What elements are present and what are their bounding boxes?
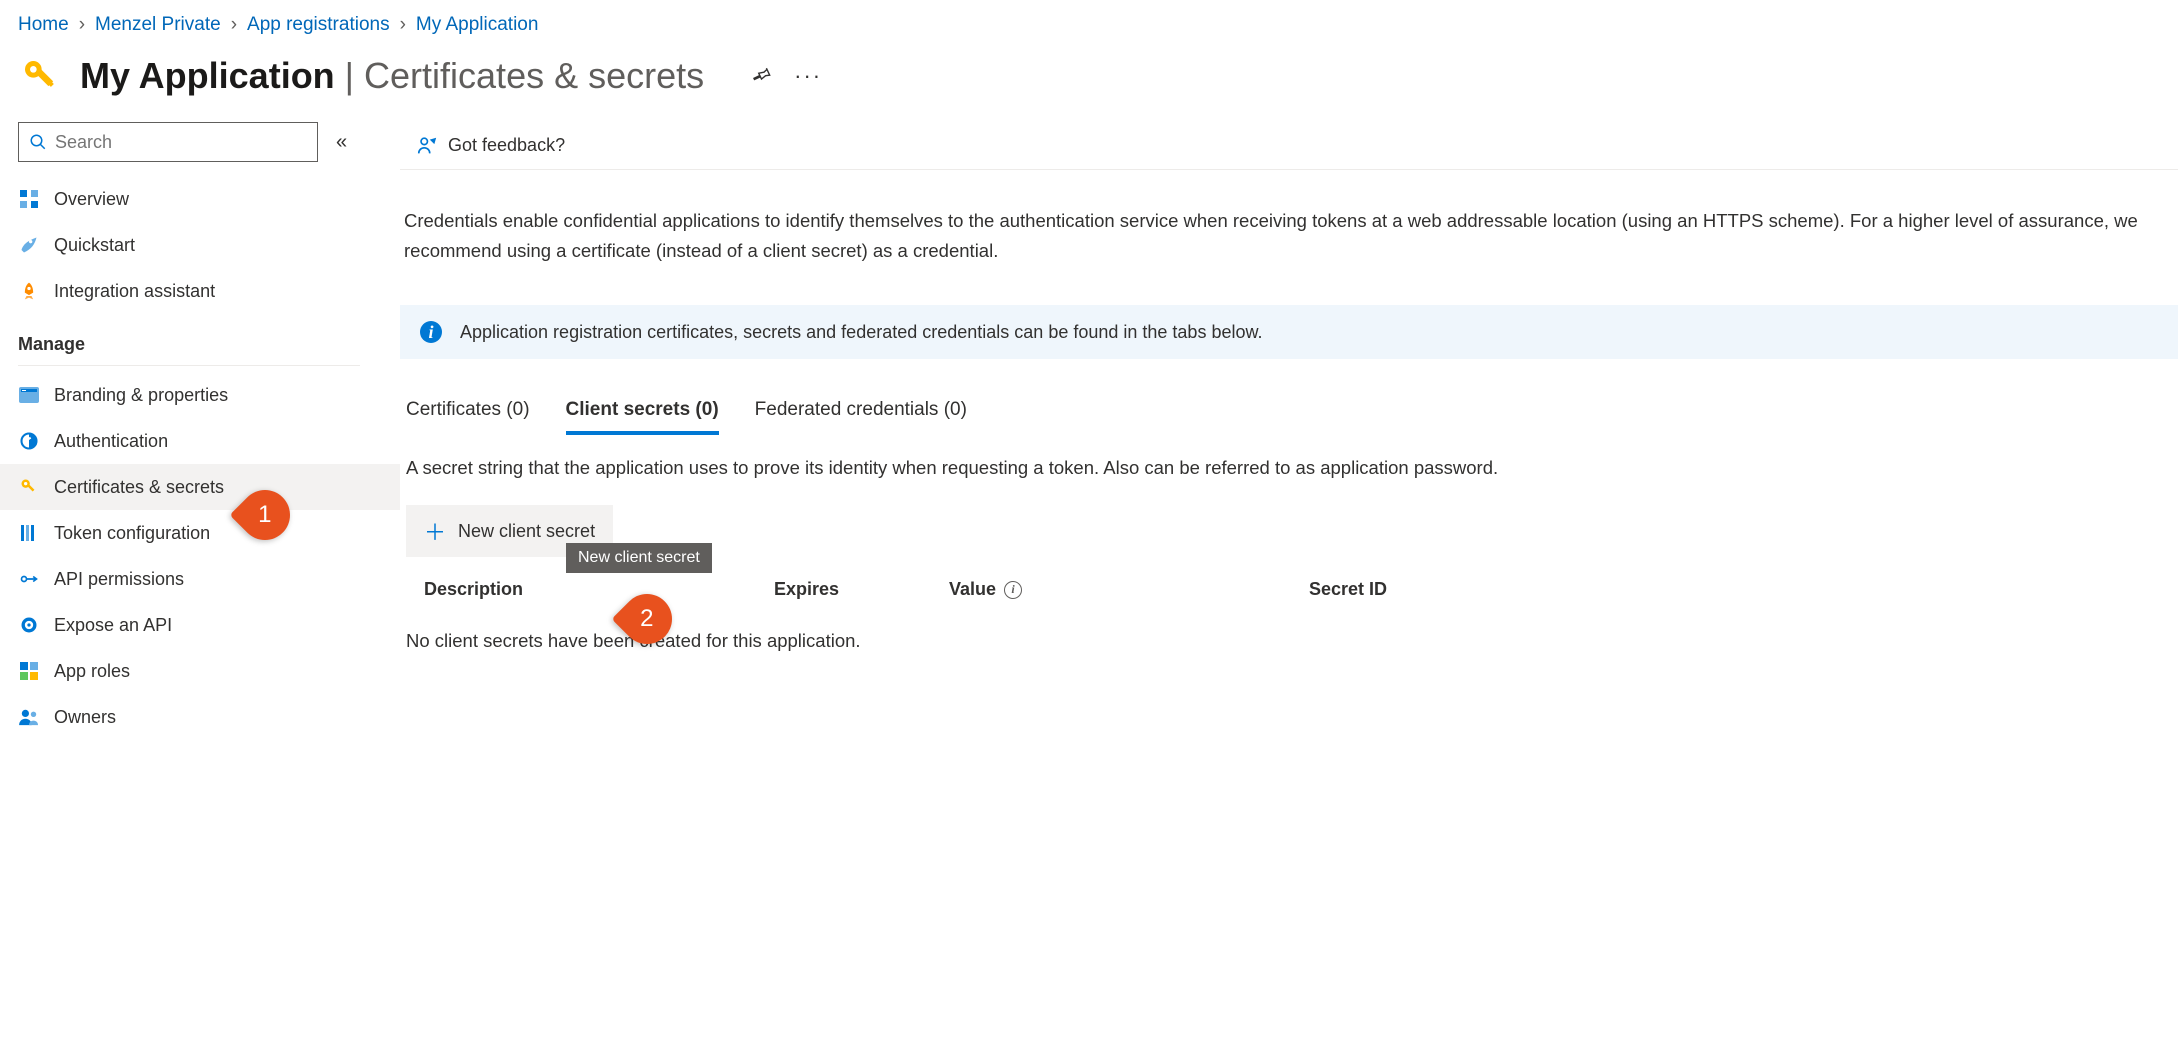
tab-client-secrets[interactable]: Client secrets (0) [566,399,719,435]
sidebar-item-api-permissions[interactable]: API permissions [0,556,400,602]
tab-federated[interactable]: Federated credentials (0) [755,399,967,435]
rocket-icon [18,280,40,302]
page-title-sep: | [345,55,354,97]
tooltip: New client secret [566,543,712,573]
sidebar-item-label: App roles [54,661,130,682]
feedback-button[interactable]: Got feedback? [416,135,565,157]
expose-icon [18,614,40,636]
roles-icon [18,660,40,682]
tabs: Certificates (0) Client secrets (0) Fede… [400,399,2178,435]
table-header: Description Expires Value i Secret ID [400,579,2178,600]
sidebar-item-owners[interactable]: Owners [0,694,400,740]
sidebar-item-certificates[interactable]: Certificates & secrets [0,464,400,510]
sidebar-item-app-roles[interactable]: App roles [0,648,400,694]
info-circle-icon[interactable]: i [1004,581,1022,599]
sidebar-item-quickstart[interactable]: Quickstart [0,222,400,268]
key-icon [18,476,40,498]
breadcrumb: Home › Menzel Private › App registration… [0,0,2178,46]
api-perm-icon [18,568,40,590]
sidebar-item-branding[interactable]: Branding & properties [0,372,400,418]
sidebar-item-label: Overview [54,189,129,210]
breadcrumb-tenant[interactable]: Menzel Private [95,14,221,36]
sidebar-item-label: Integration assistant [54,281,215,302]
intro-text: Credentials enable confidential applicat… [400,170,2178,265]
page-title-row: My Application | Certificates & secrets … [0,46,2178,122]
breadcrumb-sep: › [79,14,85,36]
sidebar-item-label: Token configuration [54,523,210,544]
sidebar-item-expose-api[interactable]: Expose an API [0,602,400,648]
more-icon[interactable]: ··· [794,63,822,89]
sidebar-item-label: Expose an API [54,615,172,636]
new-client-secret-button[interactable]: ＋ New client secret New client secret [406,505,613,557]
grid-icon [18,188,40,210]
breadcrumb-home[interactable]: Home [18,14,69,36]
main-toolbar: Got feedback? [400,122,2178,170]
pin-icon[interactable] [750,64,772,89]
feedback-icon [416,135,438,157]
feedback-label: Got feedback? [448,135,565,156]
tab-description: A secret string that the application use… [400,457,2178,479]
branding-icon [18,384,40,406]
search-icon [29,133,47,151]
plus-icon: ＋ [424,515,446,547]
breadcrumb-sep: › [400,14,406,36]
sidebar-item-label: Authentication [54,431,168,452]
collapse-sidebar-icon[interactable]: « [336,131,347,154]
col-description: Description [424,579,774,600]
col-expires: Expires [774,579,949,600]
page-title-sub: Certificates & secrets [364,55,704,97]
sidebar: « Overview Quickstart Integration assist… [0,122,400,740]
main-content: Got feedback? Credentials enable confide… [400,122,2178,740]
breadcrumb-sep: › [231,14,237,36]
sidebar-item-label: Certificates & secrets [54,477,224,498]
sidebar-item-authentication[interactable]: Authentication [0,418,400,464]
key-icon [18,54,62,98]
sidebar-item-label: Quickstart [54,235,135,256]
page-title: My Application | Certificates & secrets [80,55,704,97]
sidebar-item-integration[interactable]: Integration assistant [0,268,400,314]
new-client-secret-label: New client secret [458,521,595,542]
info-banner: i Application registration certificates,… [400,305,2178,359]
breadcrumb-appregs[interactable]: App registrations [247,14,390,36]
info-banner-text: Application registration certificates, s… [460,322,1262,343]
sidebar-item-overview[interactable]: Overview [0,176,400,222]
sidebar-item-label: Owners [54,707,116,728]
sidebar-section-manage: Manage [18,314,360,366]
token-icon [18,522,40,544]
auth-icon [18,430,40,452]
owners-icon [18,706,40,728]
page-title-main: My Application [80,55,335,97]
sidebar-item-label: API permissions [54,569,184,590]
tab-certificates[interactable]: Certificates (0) [406,399,530,435]
sidebar-item-token[interactable]: Token configuration [0,510,400,556]
info-icon: i [420,321,442,343]
breadcrumb-app[interactable]: My Application [416,14,539,36]
quickstart-icon [18,234,40,256]
col-value: Value i [949,579,1309,600]
col-secret-id: Secret ID [1309,579,2178,600]
sidebar-search[interactable] [18,122,318,162]
search-input[interactable] [55,132,307,153]
sidebar-item-label: Branding & properties [54,385,228,406]
